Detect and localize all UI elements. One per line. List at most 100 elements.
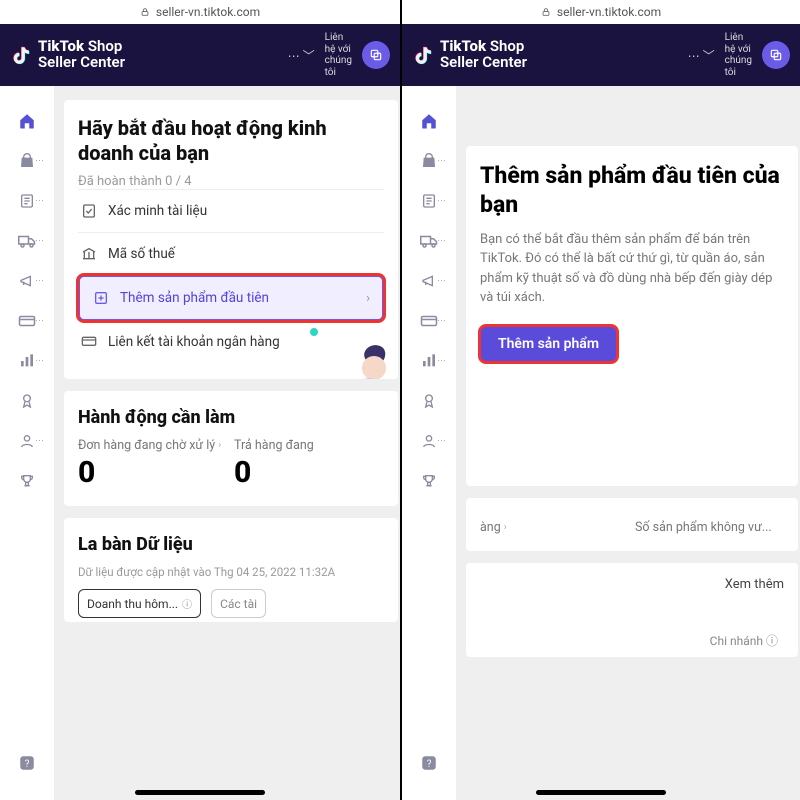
sidebar-item-home[interactable] xyxy=(411,106,447,136)
task-verify[interactable]: Xác minh tài liệu xyxy=(78,189,384,232)
onboarding-card: Hãy bắt đầu hoạt động kinh doanh của bạn… xyxy=(64,100,398,379)
compass-tab-revenue[interactable]: Doanh thu hôm...ⓘ xyxy=(78,589,201,618)
sidebar-item-finance[interactable]: ⋯ xyxy=(411,306,447,336)
stat-value: 0 xyxy=(78,455,228,490)
menu-more[interactable]: ⋯ ﹀ xyxy=(288,47,315,64)
brand-text: TikTok Shop Seller Center xyxy=(38,39,125,71)
task-label: Mã số thuế xyxy=(108,246,175,262)
doc-check-icon xyxy=(81,203,97,219)
copy-button[interactable] xyxy=(362,41,390,69)
main-content: Hãy bắt đầu hoạt động kinh doanh của bạn… xyxy=(54,86,400,800)
truck-icon xyxy=(18,234,36,248)
sidebar-item-home[interactable] xyxy=(9,106,45,136)
help-icon: ? xyxy=(18,754,36,772)
bag-icon xyxy=(421,153,437,169)
brand-logo[interactable]: TikTok Shop Seller Center xyxy=(412,39,680,71)
task-label: Thêm sản phẩm đầu tiên xyxy=(120,290,269,306)
sidebar-item-analytics[interactable]: ⋯ xyxy=(9,346,45,376)
sidebar-item-shipping[interactable]: ⋯ xyxy=(9,226,45,256)
bag-icon xyxy=(19,153,35,169)
sidebar-item-shipping[interactable]: ⋯ xyxy=(411,226,447,256)
sidebar-item-account[interactable]: ⋯ xyxy=(9,426,45,456)
sidebar-item-orders[interactable]: ⋯ xyxy=(411,186,447,216)
stat-pending[interactable]: Đơn hàng đang chờ xử lý› 0 xyxy=(78,438,228,490)
card-icon xyxy=(18,315,36,327)
add-product-button[interactable]: Thêm sản phẩm xyxy=(480,326,617,362)
sidebar-item-analytics[interactable]: ⋯ xyxy=(411,346,447,376)
compass-tab-other[interactable]: Các tài xyxy=(211,589,266,618)
truck-icon xyxy=(420,234,438,248)
menu-more[interactable]: ⋯ ﹀ xyxy=(688,47,715,64)
copy-icon xyxy=(769,48,783,62)
todo-card: Hành động cần làm Đơn hàng đang chờ xử l… xyxy=(64,391,398,506)
compass-updated: Dữ liệu được cập nhật vào Thg 04 25, 202… xyxy=(78,565,384,579)
tiktok-icon xyxy=(10,43,32,67)
medal-icon xyxy=(421,392,437,410)
sidebar-item-badge[interactable] xyxy=(411,386,447,416)
screen-right: seller-vn.tiktok.com TikTok Shop Seller … xyxy=(400,0,800,800)
url-text: seller-vn.tiktok.com xyxy=(557,5,661,19)
app-header: TikTok Shop Seller Center ⋯ ﹀ Liên hệ vớ… xyxy=(402,24,800,86)
sidebar-item-promo[interactable]: ⋯ xyxy=(9,266,45,296)
chevron-right-icon: › xyxy=(366,291,370,306)
sidebar-item-orders[interactable]: ⋯ xyxy=(9,186,45,216)
svg-text:?: ? xyxy=(427,759,432,770)
todo-title: Hành động cần làm xyxy=(78,407,384,428)
sidebar-item-badge[interactable] xyxy=(9,386,45,416)
branch-label: Chi nhánh ⓘ xyxy=(480,632,784,649)
first-product-title: Thêm sản phẩm đầu tiên của bạn xyxy=(480,162,784,220)
onboarding-progress: Đã hoàn thành 0 / 4 xyxy=(78,174,384,189)
stat-value: 0 xyxy=(234,455,384,490)
lock-icon xyxy=(541,7,551,17)
card-icon xyxy=(81,335,97,349)
home-indicator[interactable] xyxy=(135,790,265,795)
view-more-card: Xem thêm Chi nhánh ⓘ xyxy=(466,563,798,657)
task-bank[interactable]: Liên kết tài khoản ngân hàng xyxy=(78,321,384,363)
contact-link[interactable]: Liên hệ với chúng tôi xyxy=(725,32,752,78)
onboarding-title: Hãy bắt đầu hoạt động kinh doanh của bạn xyxy=(78,116,384,166)
sidebar-item-trophy[interactable] xyxy=(9,466,45,496)
megaphone-icon xyxy=(19,273,35,289)
sidebar-item-promo[interactable]: ⋯ xyxy=(411,266,447,296)
list-icon xyxy=(19,193,35,209)
app-header: TikTok Shop Seller Center ⋯ ﹀ Liên hệ vớ… xyxy=(0,24,400,86)
user-icon xyxy=(19,433,35,449)
task-tax[interactable]: Mã số thuế xyxy=(78,232,384,275)
list-icon xyxy=(421,193,437,209)
sidebar-item-help[interactable]: ? xyxy=(411,748,447,778)
brand-logo[interactable]: TikTok Shop Seller Center xyxy=(10,39,280,71)
medal-icon xyxy=(19,392,35,410)
trophy-icon xyxy=(421,473,437,489)
stat-orders[interactable]: àng› xyxy=(480,520,629,535)
sidebar-item-products[interactable]: ⋯ xyxy=(9,146,45,176)
sidebar-item-account[interactable]: ⋯ xyxy=(411,426,447,456)
first-product-desc: Bạn có thể bắt đầu thêm sản phẩm để bán … xyxy=(480,230,784,308)
chevron-right-icon: › xyxy=(218,440,221,451)
task-label: Xác minh tài liệu xyxy=(108,203,207,219)
view-more-link[interactable]: Xem thêm xyxy=(480,577,784,592)
copy-icon xyxy=(369,48,383,62)
sidebar-item-finance[interactable]: ⋯ xyxy=(9,306,45,336)
copy-button[interactable] xyxy=(762,41,790,69)
megaphone-icon xyxy=(421,273,437,289)
bank-icon xyxy=(81,246,97,262)
stats-card: àng› Số sản phẩm không vư... xyxy=(466,498,798,551)
stat-returns[interactable]: Trả hàng đang 0 xyxy=(234,438,384,490)
card-icon xyxy=(420,315,438,327)
svg-text:?: ? xyxy=(25,759,30,770)
home-icon xyxy=(18,112,36,130)
url-bar: seller-vn.tiktok.com xyxy=(402,0,800,24)
sidebar-item-help[interactable]: ? xyxy=(9,748,45,778)
stat-products-novio[interactable]: Số sản phẩm không vư... xyxy=(635,520,784,535)
lock-icon xyxy=(140,7,150,17)
contact-link[interactable]: Liên hệ với chúng tôi xyxy=(325,32,352,78)
task-first-product[interactable]: Thêm sản phẩm đầu tiên › xyxy=(78,275,384,321)
home-indicator[interactable] xyxy=(536,790,666,795)
compass-card: La bàn Dữ liệu Dữ liệu được cập nhật vào… xyxy=(64,518,398,622)
compass-title: La bàn Dữ liệu xyxy=(78,534,384,555)
sidebar-item-products[interactable]: ⋯ xyxy=(411,146,447,176)
url-text: seller-vn.tiktok.com xyxy=(156,5,260,19)
user-icon xyxy=(421,433,437,449)
sidebar-item-trophy[interactable] xyxy=(411,466,447,496)
help-icon: ? xyxy=(420,754,438,772)
